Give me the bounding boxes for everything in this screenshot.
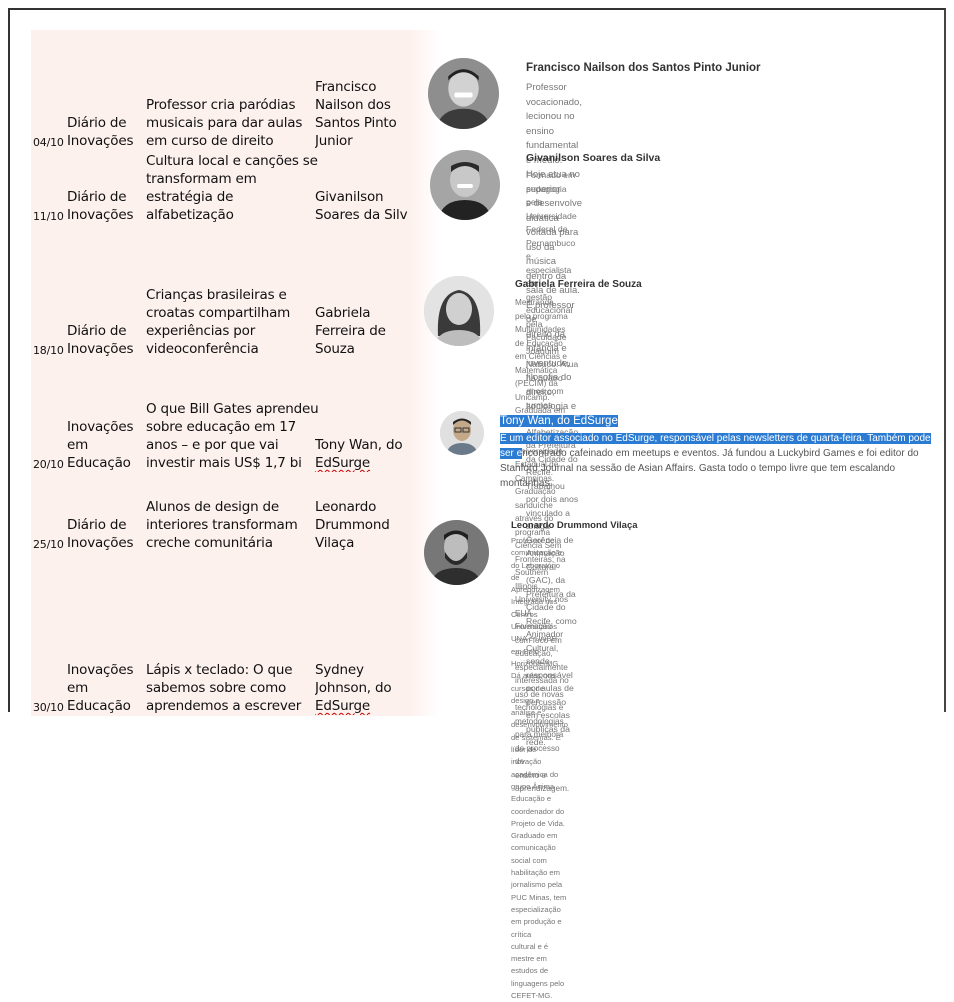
column-cell: Diário de Inovações bbox=[67, 517, 134, 551]
column-cell: Inovações em Educação bbox=[67, 419, 134, 471]
person-photo-icon bbox=[428, 58, 499, 129]
avatar bbox=[424, 520, 489, 585]
author-cell: Francisco Nailson dos Santos Pinto Junior bbox=[315, 79, 397, 149]
person-photo-icon bbox=[430, 150, 500, 220]
author-cell: Gabriela Ferreira de Souza bbox=[315, 305, 386, 357]
person-photo-icon bbox=[424, 520, 489, 585]
column-cell: Diário de Inovações bbox=[67, 115, 134, 149]
profile-name: Francisco Nailson dos Santos Pinto Junio… bbox=[526, 62, 761, 74]
avatar bbox=[430, 150, 500, 220]
avatar bbox=[424, 276, 494, 346]
profile-bio: Professor de comunicação e do Laboratóri… bbox=[511, 536, 568, 1000]
profile-name: Leonardo Drummond Vilaça bbox=[511, 520, 638, 531]
table-row: 04/10 Diário de Inovações Professor cria … bbox=[31, 30, 411, 150]
avatar bbox=[428, 58, 499, 129]
table-row: 30/10 Inovações em Educação Lápis x teclad… bbox=[31, 552, 411, 715]
person-photo-icon bbox=[424, 276, 494, 346]
date-cell: 30/10 bbox=[33, 701, 64, 714]
table-row: 11/10 Diário de Inovações Cultura local e… bbox=[31, 150, 411, 224]
author-cell: Tony Wan, do EdSurge bbox=[315, 437, 403, 471]
profile-name: Givanilson Soares da Silva bbox=[526, 152, 661, 164]
author-cell: Givanilson Soares da Silv bbox=[315, 189, 408, 223]
person-photo-icon bbox=[440, 411, 484, 455]
schedule-table: 04/10 Diário de Inovações Professor cria … bbox=[31, 30, 440, 716]
date-cell: 18/10 bbox=[33, 344, 64, 357]
profile-name: Gabriela Ferreira de Souza bbox=[515, 279, 642, 290]
date-cell: 11/10 bbox=[33, 210, 64, 223]
profile-name: Tony Wan, do EdSurge bbox=[500, 415, 618, 427]
table-row: 20/10 Inovações em Educação O que Bill Gat… bbox=[31, 358, 411, 472]
column-cell: Diário de Inovações bbox=[67, 323, 134, 357]
column-cell: Inovações em Educação bbox=[67, 662, 134, 714]
date-cell: 25/10 bbox=[33, 538, 64, 551]
author-cell: Sydney Johnson, do EdSurge bbox=[315, 662, 392, 714]
avatar bbox=[440, 411, 484, 455]
table-row: 18/10 Diário de Inovações Crianças brasil… bbox=[31, 224, 411, 358]
table-row: 25/10 Diário de Inovações Alunos de desig… bbox=[31, 472, 411, 552]
column-cell: Diário de Inovações bbox=[67, 189, 134, 223]
profile-bio: É um editor associado no EdSurge, respon… bbox=[500, 433, 931, 489]
author-cell: Leonardo Drummond Vilaça bbox=[315, 499, 390, 551]
date-cell: 04/10 bbox=[33, 136, 64, 149]
date-cell: 20/10 bbox=[33, 458, 64, 471]
